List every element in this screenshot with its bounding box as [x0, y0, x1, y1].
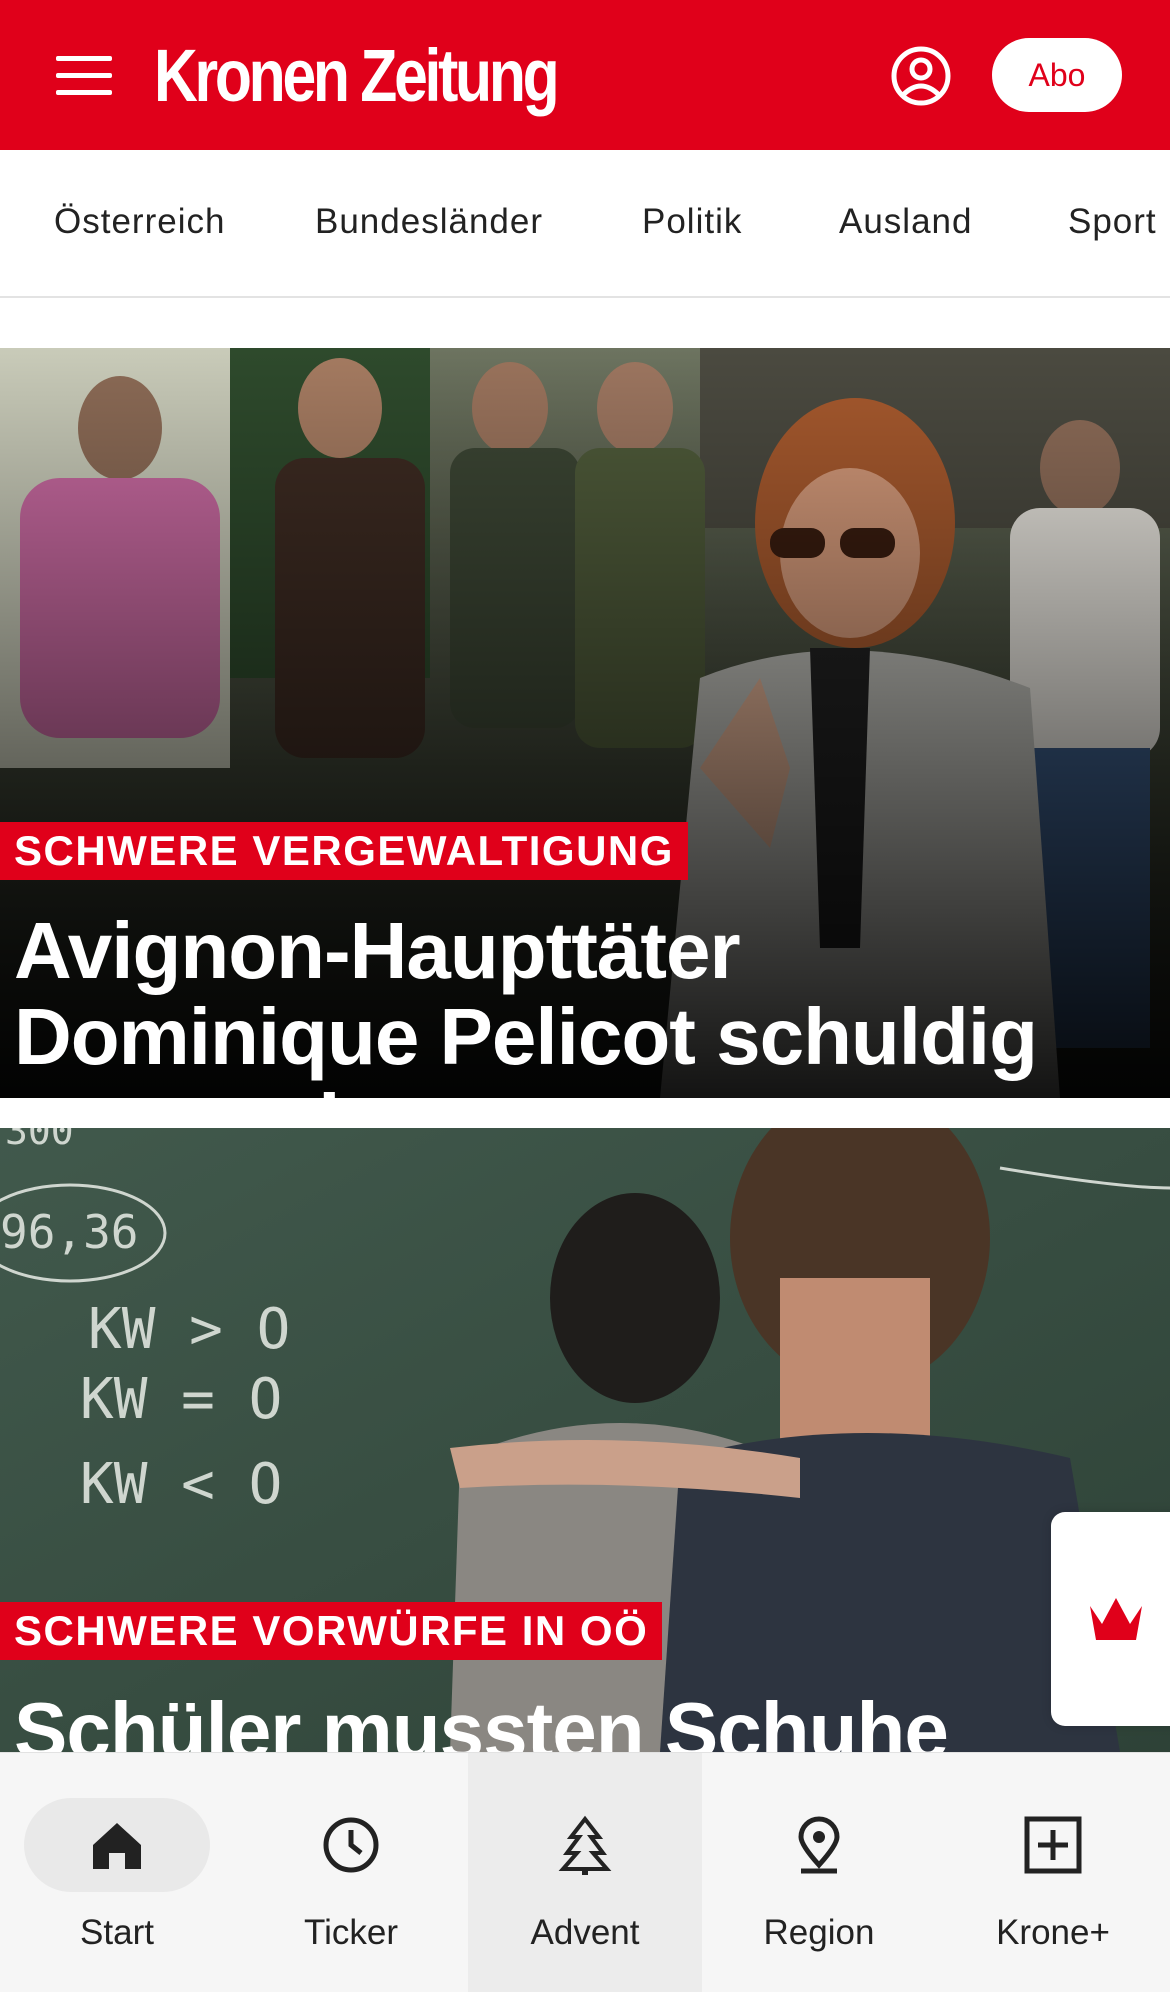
menu-button[interactable]	[56, 56, 112, 96]
category-bundeslaender[interactable]: Bundesländer	[315, 202, 543, 242]
article-card[interactable]: SCHWERE VERGEWALTIGUNG Avignon-Haupttäte…	[0, 348, 1170, 1098]
top-header: Kronen Zeitung Abo	[0, 0, 1170, 150]
category-oesterreich[interactable]: Österreich	[54, 202, 225, 242]
site-logo[interactable]: Kronen Zeitung	[154, 36, 560, 116]
nav-ticker[interactable]: Ticker	[234, 1753, 468, 1992]
clock-icon	[323, 1817, 379, 1873]
chalk-line-1: KW > O	[88, 1297, 290, 1362]
hamburger-menu-icon	[56, 56, 112, 95]
abo-button[interactable]: Abo	[992, 38, 1122, 112]
chalk-top-text: 300	[5, 1128, 74, 1153]
category-nav: Österreich Bundesländer Politik Ausland …	[0, 150, 1170, 298]
bottom-navigation: Start Ticker Advent Region Krone+	[0, 1752, 1170, 1992]
category-sport[interactable]: Sport	[1068, 202, 1157, 242]
chalk-circle-value: 96,36	[0, 1205, 138, 1259]
category-politik[interactable]: Politik	[642, 202, 742, 242]
article-headline[interactable]: Schüler mussten Schuhe	[14, 1688, 1164, 1753]
tree-icon	[558, 1815, 612, 1875]
nav-region-label: Region	[763, 1913, 875, 1952]
nav-ticker-label: Ticker	[304, 1913, 398, 1952]
nav-kroneplus-label: Krone+	[996, 1913, 1110, 1952]
article-kicker: SCHWERE VORWÜRFE IN OÖ	[0, 1602, 663, 1660]
user-account-button[interactable]	[890, 45, 952, 107]
location-pin-icon	[798, 1816, 840, 1874]
nav-region[interactable]: Region	[702, 1753, 936, 1992]
nav-advent[interactable]: Advent	[468, 1753, 702, 1992]
chalk-line-2: KW = O	[80, 1367, 282, 1432]
crown-icon	[1090, 1598, 1142, 1640]
article-kicker: SCHWERE VERGEWALTIGUNG	[0, 822, 688, 880]
nav-start[interactable]: Start	[0, 1753, 234, 1992]
home-icon	[93, 1823, 141, 1869]
user-account-icon	[891, 46, 951, 106]
chalk-line-3: KW < O	[80, 1452, 282, 1517]
nav-start-label: Start	[80, 1913, 154, 1952]
plus-box-icon	[1024, 1816, 1082, 1874]
krone-plus-widget[interactable]	[1051, 1512, 1170, 1726]
article-headline[interactable]: Avignon-Haupttäter Dominique Pelicot sch…	[14, 908, 1164, 1099]
nav-kroneplus[interactable]: Krone+	[936, 1753, 1170, 1992]
nav-advent-label: Advent	[530, 1913, 640, 1952]
article-card[interactable]: 300 96,36 KW > O KW = O KW < O SCHWERE V…	[0, 1128, 1170, 1752]
category-ausland[interactable]: Ausland	[839, 202, 972, 242]
